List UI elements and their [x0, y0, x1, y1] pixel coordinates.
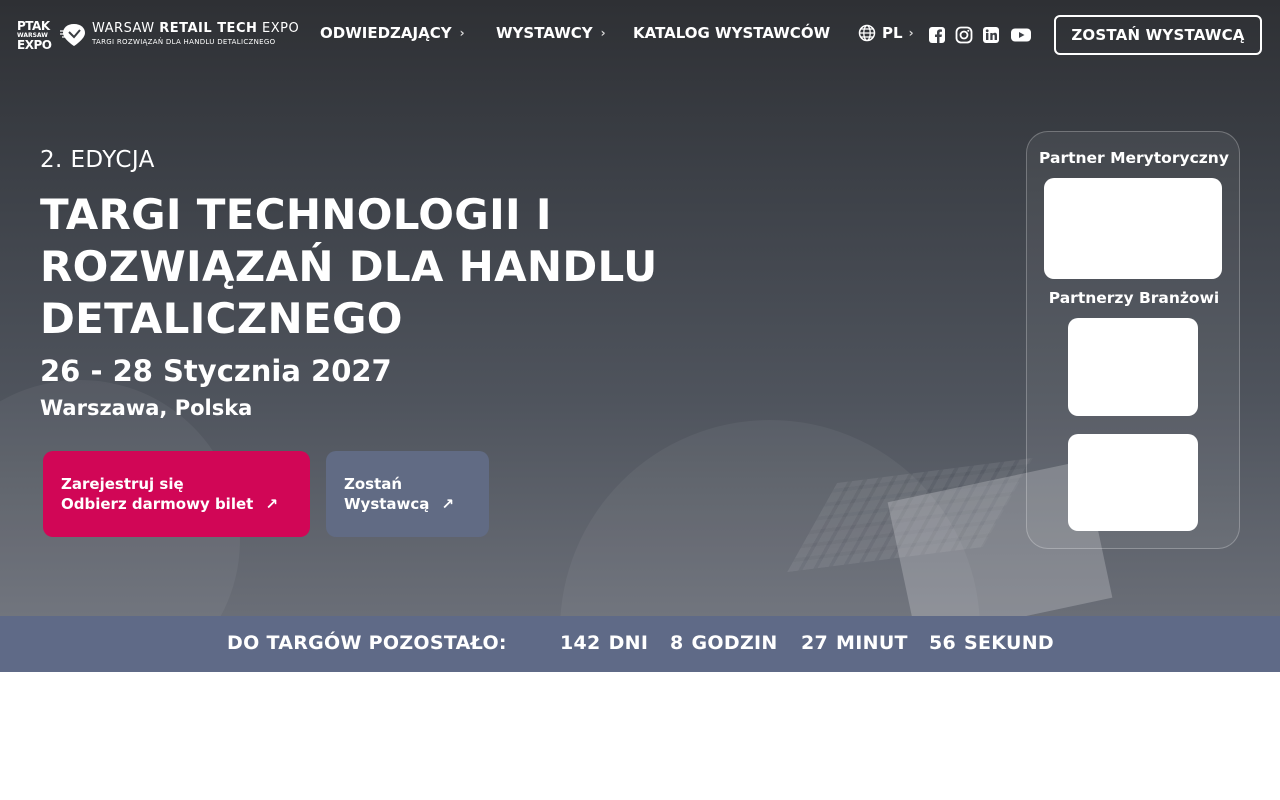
instagram-icon[interactable]	[955, 26, 973, 44]
ptak-logo[interactable]: PTAK WARSAW EXPO	[17, 19, 52, 52]
brand-name-bold: RETAIL TECH	[159, 21, 258, 36]
countdown-seconds-unit: SEKUND	[964, 632, 1055, 654]
nav-catalog[interactable]: KATALOG WYSTAWCÓW	[633, 24, 830, 42]
retail-tech-logo-text[interactable]: WARSAW RETAIL TECH EXPO TARGI ROZWIĄZAŃ …	[92, 21, 300, 46]
register-button-line2: Odbierz darmowy bilet ↗	[61, 494, 292, 514]
countdown-minutes-value: 27	[801, 632, 829, 654]
countdown-days-unit: DNI	[608, 632, 649, 654]
countdown-seconds-value: 56	[929, 632, 957, 654]
register-label: Zarejestruj się	[61, 475, 184, 493]
industry-partner-logo-2[interactable]	[1068, 434, 1198, 531]
nav-exhibitors[interactable]: WYSTAWCY ›	[496, 24, 606, 42]
countdown-hours-unit: GODZIN	[691, 632, 778, 654]
countdown-bar: DO TARGÓW POZOSTAŁO: 142 DNI 8 GODZIN 27 MI…	[0, 616, 1280, 672]
chevron-right-icon: ›	[459, 26, 465, 40]
brand-name-end: EXPO	[257, 21, 300, 36]
countdown-hours: 8 GODZIN	[670, 632, 778, 654]
merit-partner-logo[interactable]	[1044, 178, 1222, 279]
register-button-line1: Zarejestruj się	[61, 474, 292, 494]
title-line-2: ROZWIĄZAŃ DLA HANDLU	[40, 242, 658, 291]
youtube-icon[interactable]	[1010, 26, 1032, 44]
arrow-up-right-icon: ↗	[441, 495, 454, 513]
countdown-minutes-unit: MINUT	[836, 632, 908, 654]
page-title: TARGI TECHNOLOGII I ROZWIĄZAŃ DLA HANDLU…	[40, 189, 740, 345]
edition-label: 2. EDYCJA	[40, 147, 155, 173]
site-header: PTAK WARSAW EXPO WARSAW RETAIL TECH EXPO…	[0, 0, 1280, 70]
event-dates: 26 - 28 Stycznia 2027	[40, 354, 392, 388]
register-button[interactable]: Zarejestruj się Odbierz darmowy bilet ↗	[43, 451, 310, 537]
countdown-days-value: 142	[560, 632, 601, 654]
hero-section: PTAK WARSAW EXPO WARSAW RETAIL TECH EXPO…	[0, 0, 1280, 616]
countdown-seconds: 56 SEKUND	[929, 632, 1054, 654]
retail-tech-logo-icon	[60, 24, 85, 46]
brand-tagline: TARGI ROZWIĄZAŃ DLA HANDLU DETALICZNEGO	[92, 38, 276, 46]
chevron-right-icon: ›	[600, 26, 606, 40]
countdown-days: 142 DNI	[560, 632, 648, 654]
brand-name-thin: WARSAW	[92, 21, 160, 36]
brand-name: WARSAW RETAIL TECH EXPO	[92, 21, 300, 36]
countdown-minutes: 27 MINUT	[801, 632, 908, 654]
globe-icon	[858, 24, 876, 42]
industry-partner-logo-1[interactable]	[1068, 318, 1198, 416]
ptak-logo-line3: EXPO	[17, 38, 52, 52]
become-exhibitor-button[interactable]: Zostań Wystawcą ↗	[326, 451, 489, 537]
title-line-3: DETALICZNEGO	[40, 294, 403, 343]
nav-catalog-label: KATALOG WYSTAWCÓW	[633, 24, 831, 42]
exhibitor-button-line2: Wystawcą ↗	[344, 494, 471, 514]
title-line-1: TARGI TECHNOLOGII I	[40, 190, 552, 239]
chevron-right-icon: ›	[908, 26, 914, 40]
become-exhibitor-header-button[interactable]: ZOSTAŃ WYSTAWCĄ	[1054, 15, 1262, 55]
event-location: Warszawa, Polska	[40, 396, 253, 420]
facebook-icon[interactable]	[928, 26, 946, 44]
partners-panel: Partner Merytoryczny Partnerzy Branżowi	[1026, 131, 1240, 549]
language-switcher[interactable]: PL ›	[858, 24, 914, 42]
merit-partner-title: Partner Merytoryczny	[1039, 149, 1229, 167]
ptak-logo-line1: PTAK	[17, 19, 50, 33]
exhibitor-label-1: Zostań	[344, 475, 403, 493]
exhibitor-label-2: Wystawcą	[344, 495, 430, 513]
nav-visitors-label: ODWIEDZAJĄCY	[320, 24, 452, 42]
nav-visitors[interactable]: ODWIEDZAJĄCY ›	[320, 24, 465, 42]
countdown-hours-value: 8	[670, 632, 684, 654]
language-label: PL	[882, 24, 903, 42]
exhibitor-button-line1: Zostań	[344, 474, 471, 494]
industry-partners-title: Partnerzy Branżowi	[1048, 289, 1220, 307]
free-ticket-label: Odbierz darmowy bilet	[61, 495, 254, 513]
nav-exhibitors-label: WYSTAWCY	[496, 24, 593, 42]
linkedin-icon[interactable]	[982, 26, 1000, 44]
countdown-label: DO TARGÓW POZOSTAŁO:	[227, 632, 507, 654]
arrow-up-right-icon: ↗	[265, 495, 278, 513]
